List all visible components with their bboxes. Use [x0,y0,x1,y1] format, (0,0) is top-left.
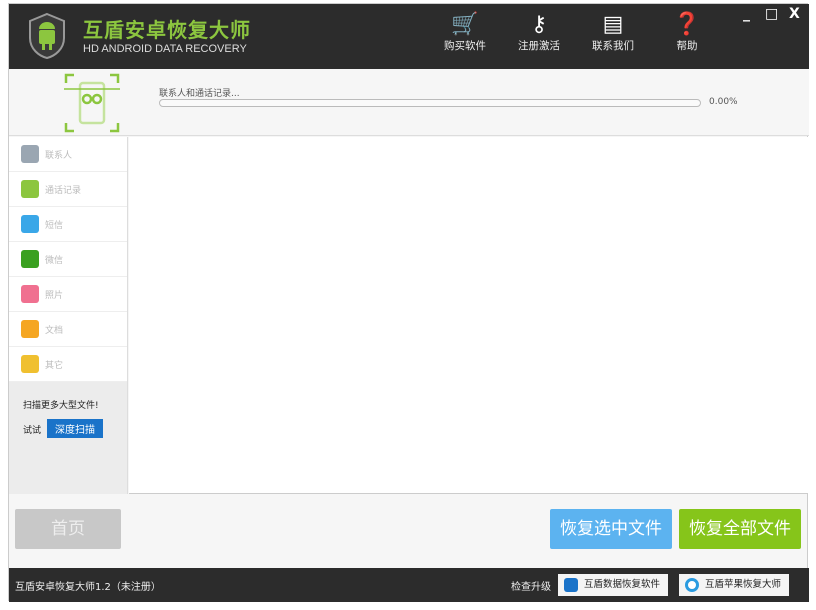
key-icon: ⚷ [530,12,548,37]
data-recovery-link[interactable]: 互盾数据恢复软件 [558,574,669,596]
scan-header: 联系人和通话记录... 0.00% [9,69,809,136]
document-icon [21,320,39,338]
photo-icon [21,285,39,303]
shield-android-logo-icon [29,12,65,60]
buy-label: 购买软件 [444,40,486,52]
buy-button[interactable]: 🛒 购买软件 [435,12,495,53]
app-window: 互盾安卓恢复大师 HD ANDROID DATA RECOVERY 🛒 购买软件 … [8,3,809,602]
sidebar-item[interactable]: 短信 [9,207,127,242]
sidebar-item-label: 微信 [45,255,64,266]
app-title: 互盾安卓恢复大师 [83,18,251,42]
shield-icon [564,578,578,592]
recover-selected-button[interactable]: 恢复选中文件 [550,509,672,549]
sidebar-item[interactable]: 照片 [9,277,127,312]
app-subtitle: HD ANDROID DATA RECOVERY [83,43,247,55]
sidebar-item[interactable]: 联系人 [9,137,127,172]
try-text: 试试 [23,426,42,436]
wechat-icon [21,250,39,268]
sidebar-item[interactable]: 其它 [9,347,127,382]
home-button[interactable]: 首页 [15,509,121,549]
phone-icon [21,180,39,198]
minimize-button[interactable]: _ [743,6,750,22]
contacts-icon [21,145,39,163]
chat-icon: ▤ [602,12,624,37]
register-button[interactable]: ⚷ 注册激活 [509,12,569,53]
sidebar-item-label: 通话记录 [45,185,82,196]
scan-status-label: 联系人和通话记录... [159,89,240,99]
other-icon [21,355,39,373]
sms-icon [21,215,39,233]
deep-scan-text: 扫描更多大型文件! [23,401,99,411]
phone-scan-icon [64,73,120,133]
sidebar-item-label: 联系人 [45,150,73,161]
status-bar: 互盾安卓恢复大师1.2（未注册） 检查升级 互盾数据恢复软件 互盾苹果恢复大师 [9,568,809,602]
sidebar-item[interactable]: 文档 [9,312,127,347]
sidebar-item-label: 其它 [45,360,64,371]
contact-label: 联系我们 [592,40,634,52]
register-label: 注册激活 [518,40,560,52]
contact-button[interactable]: ▤ 联系我们 [583,12,643,53]
category-sidebar: 联系人通话记录短信微信照片文档其它 扫描更多大型文件! 试试 深度扫描 [9,137,128,494]
iphone-recovery-link[interactable]: 互盾苹果恢复大师 [679,574,790,596]
sidebar-item-label: 文档 [45,325,64,336]
maximize-button[interactable]: □ [765,6,778,22]
sidebar-item[interactable]: 通话记录 [9,172,127,207]
circle-logo-icon [685,578,699,592]
close-button[interactable]: X [789,6,800,22]
iphone-recovery-label: 互盾苹果恢复大师 [705,579,782,590]
help-label: 帮助 [676,40,698,52]
cart-icon: 🛒 [451,12,479,37]
deep-scan-panel: 扫描更多大型文件! 试试 深度扫描 [9,382,127,494]
sidebar-item[interactable]: 微信 [9,242,127,277]
help-icon: ❓ [673,12,701,37]
scan-percent: 0.00% [709,97,738,107]
check-update-link[interactable]: 检查升级 [511,578,551,593]
title-bar: 互盾安卓恢复大师 HD ANDROID DATA RECOVERY 🛒 购买软件 … [9,4,809,69]
data-recovery-label: 互盾数据恢复软件 [584,579,661,590]
sidebar-item-label: 短信 [45,220,64,231]
sidebar-item-label: 照片 [45,290,64,301]
recover-all-button[interactable]: 恢复全部文件 [679,509,801,549]
version-text: 互盾安卓恢复大师1.2（未注册） [15,582,161,593]
file-list-area [129,137,808,494]
deep-scan-button[interactable]: 深度扫描 [47,419,104,438]
help-button[interactable]: ❓ 帮助 [657,12,717,53]
scan-progress-bar [159,99,701,107]
